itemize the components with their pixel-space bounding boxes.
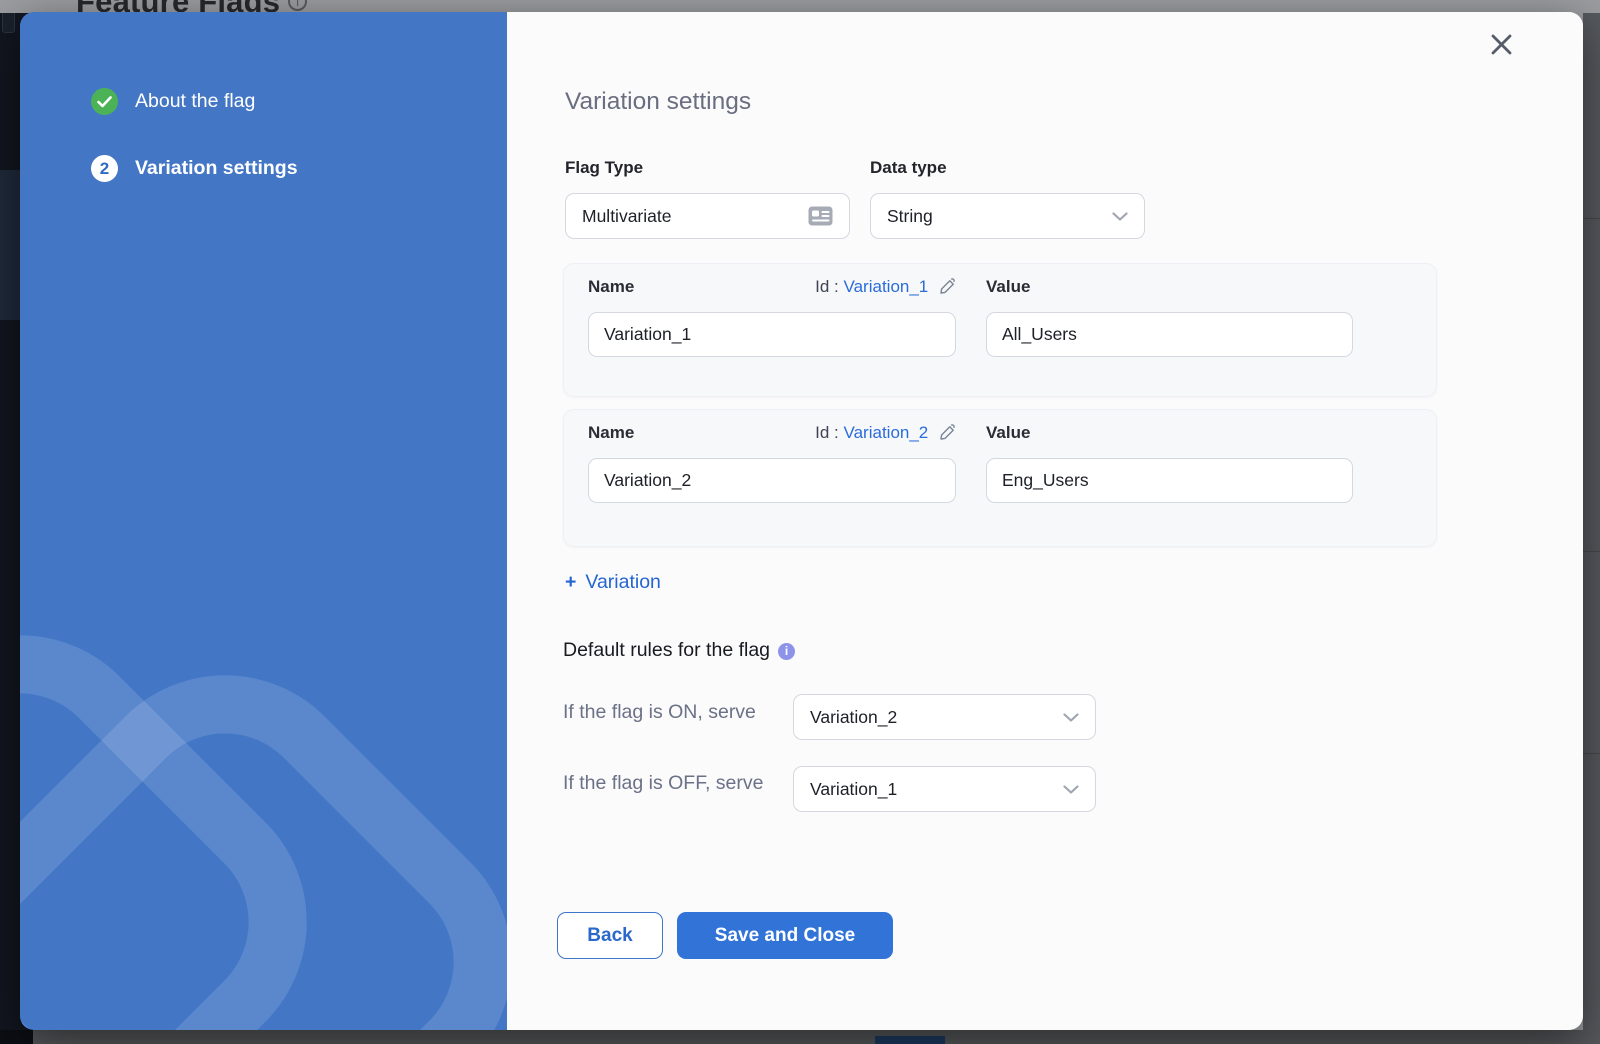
background-page-bottom (33, 1030, 1600, 1044)
variation-settings-modal: About the flag 2 Variation settings Vari… (20, 12, 1583, 1030)
background-corner (0, 1030, 33, 1044)
id-prefix: Id : (815, 423, 839, 442)
id-card-icon (808, 206, 833, 226)
close-icon[interactable] (1487, 30, 1515, 58)
chevron-down-icon (1112, 212, 1128, 221)
value-label: Value (986, 423, 1030, 443)
step-label: About the flag (135, 90, 255, 113)
save-and-close-button[interactable]: Save and Close (677, 912, 893, 959)
value-label: Value (986, 277, 1030, 297)
modal-content: Variation settings Flag Type Data type M… (507, 12, 1583, 1030)
data-type-dropdown[interactable]: String (870, 193, 1145, 239)
id-prefix: Id : (815, 277, 839, 296)
flag-on-dropdown[interactable]: Variation_2 (793, 694, 1096, 740)
data-type-label: Data type (870, 158, 947, 178)
wizard-steps-sidebar: About the flag 2 Variation settings (20, 12, 507, 1030)
background-page-edge (1583, 13, 1600, 1030)
flag-off-value: Variation_1 (810, 779, 897, 800)
info-icon: i (778, 643, 795, 660)
default-rules-heading: Default rules for the flagi (563, 639, 795, 662)
back-button[interactable]: Back (557, 912, 663, 959)
variation-id-link[interactable]: Variation_2 (844, 423, 929, 442)
chevron-down-icon (1063, 713, 1079, 722)
flag-type-field: Multivariate (565, 193, 850, 239)
step-number-badge: 2 (91, 155, 118, 182)
variation-id-row: Id : Variation_1 (588, 277, 956, 300)
edit-pencil-icon[interactable] (939, 424, 956, 446)
variation-id-row: Id : Variation_2 (588, 423, 956, 446)
flag-off-dropdown[interactable]: Variation_1 (793, 766, 1096, 812)
screen: Feature Flagsi About the flag (0, 0, 1600, 1044)
plus-icon: + (565, 571, 576, 593)
variation-name-input[interactable] (588, 312, 956, 357)
background-button-fragment (875, 1036, 945, 1044)
edit-pencil-icon[interactable] (939, 278, 956, 300)
flag-off-label: If the flag is OFF, serve (563, 770, 793, 797)
step-about-the-flag[interactable]: About the flag (91, 88, 298, 115)
variation-card: Name Id : Variation_1 Value (563, 263, 1437, 397)
variation-name-input[interactable] (588, 458, 956, 503)
chevron-down-icon (1063, 785, 1079, 794)
panel-title: Variation settings (565, 88, 751, 116)
info-icon: i (288, 0, 307, 11)
step-list: About the flag 2 Variation settings (91, 88, 298, 222)
variation-value-input[interactable] (986, 312, 1353, 357)
variation-value-input[interactable] (986, 458, 1353, 503)
flag-type-label: Flag Type (565, 158, 643, 178)
flag-type-value: Multivariate (582, 206, 671, 227)
data-type-value: String (887, 206, 933, 227)
step-complete-check-icon (91, 88, 118, 115)
variation-card: Name Id : Variation_2 Value (563, 409, 1437, 547)
flag-on-label: If the flag is ON, serve (563, 699, 793, 726)
step-variation-settings[interactable]: 2 Variation settings (91, 155, 298, 182)
variation-id-link[interactable]: Variation_1 (844, 277, 929, 296)
flag-on-value: Variation_2 (810, 707, 897, 728)
step-label: Variation settings (135, 157, 298, 180)
add-variation-button[interactable]: +Variation (565, 571, 661, 594)
